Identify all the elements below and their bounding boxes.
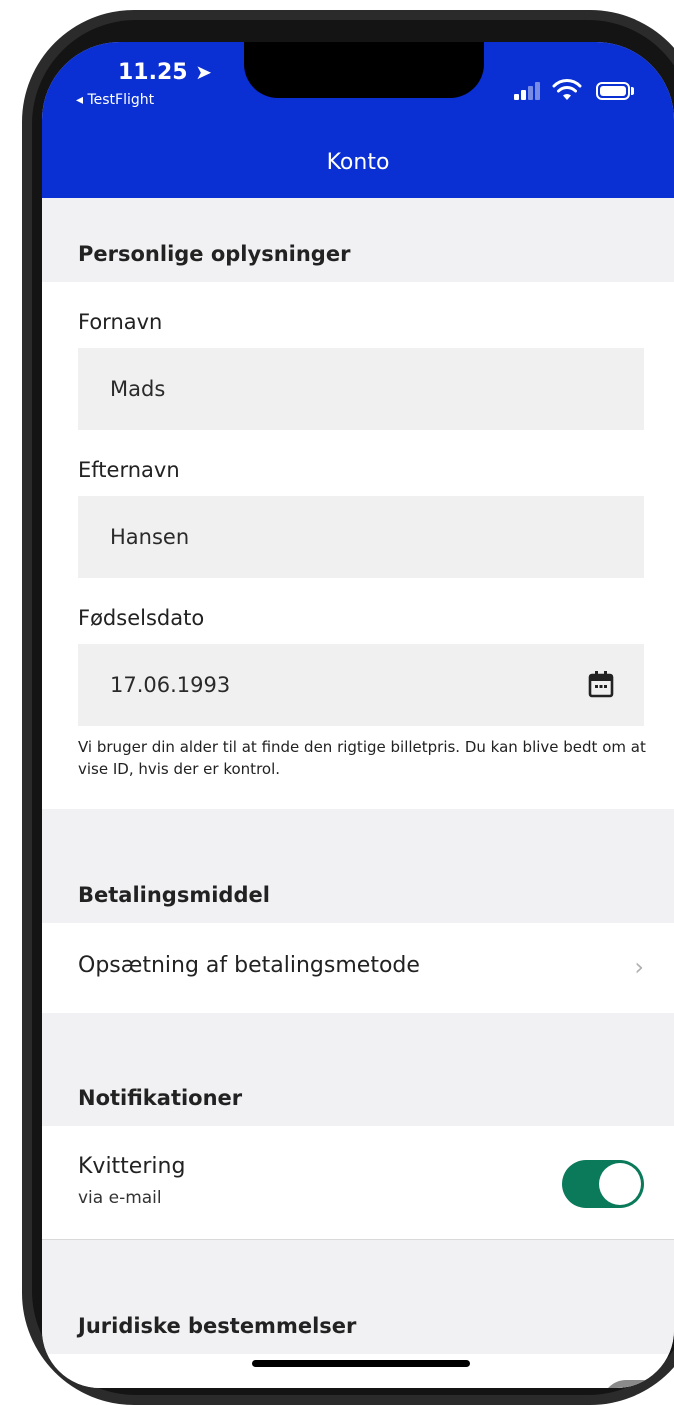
section-header-legal: Juridiske bestemmelser [42, 1240, 674, 1354]
toggle-knob [599, 1163, 641, 1205]
page-title: Konto [326, 150, 390, 175]
first-name-field[interactable]: Mads [78, 348, 644, 430]
battery-icon [596, 82, 634, 100]
calendar-icon[interactable] [588, 670, 614, 698]
last-name-field[interactable]: Hansen [78, 496, 644, 578]
section-header-personal: Personlige oplysninger [42, 198, 674, 282]
section-header-notifications: Notifikationer [42, 1013, 674, 1126]
last-name-label: Efternavn [78, 458, 180, 482]
section-title-payment: Betalingsmiddel [78, 883, 270, 907]
first-name-label: Fornavn [78, 310, 163, 334]
first-name-value: Mads [110, 377, 166, 401]
section-title-notifications: Notifikationer [78, 1086, 243, 1110]
birthdate-field[interactable]: 17.06.1993 [78, 644, 644, 726]
section-title-personal: Personlige oplysninger [78, 242, 351, 266]
birthdate-label: Fødselsdato [78, 606, 205, 630]
status-time-text: 11.25 [118, 60, 188, 85]
app-screen: 11.25 ➤ ◂ TestFlight Konto Personlige op… [42, 42, 674, 1388]
birthdate-value: 17.06.1993 [110, 673, 231, 697]
location-arrow-icon: ➤ [195, 60, 213, 84]
personal-info-card: Fornavn Mads Efternavn Hansen Fødselsdat… [42, 282, 674, 809]
receipt-label: Kvittering [78, 1154, 186, 1179]
back-to-testflight-link[interactable]: ◂ TestFlight [76, 92, 154, 108]
section-header-payment: Betalingsmiddel [42, 809, 674, 923]
wifi-icon [552, 79, 582, 100]
home-indicator[interactable] [252, 1360, 470, 1367]
nav-bar: Konto [42, 142, 674, 198]
last-name-value: Hansen [110, 525, 190, 549]
birthdate-help-text: Vi bruger din alder til at finde den rig… [78, 738, 646, 778]
signal-icon [514, 82, 540, 100]
status-bar: 11.25 ➤ ◂ TestFlight [42, 42, 674, 142]
chevron-right-icon: › [634, 953, 644, 981]
section-title-legal: Juridiske bestemmelser [78, 1314, 357, 1338]
payment-setup-row[interactable]: Opsætning af betalingsmetode › [42, 923, 674, 1013]
status-time: 11.25 ➤ [118, 60, 212, 85]
receipt-email-toggle[interactable] [562, 1160, 644, 1208]
notch [244, 42, 484, 98]
receipt-row: Kvittering via e-mail [42, 1126, 674, 1240]
receipt-sublabel: via e-mail [78, 1188, 162, 1208]
legal-toggle[interactable] [602, 1380, 674, 1388]
payment-setup-label: Opsætning af betalingsmetode [78, 953, 420, 978]
